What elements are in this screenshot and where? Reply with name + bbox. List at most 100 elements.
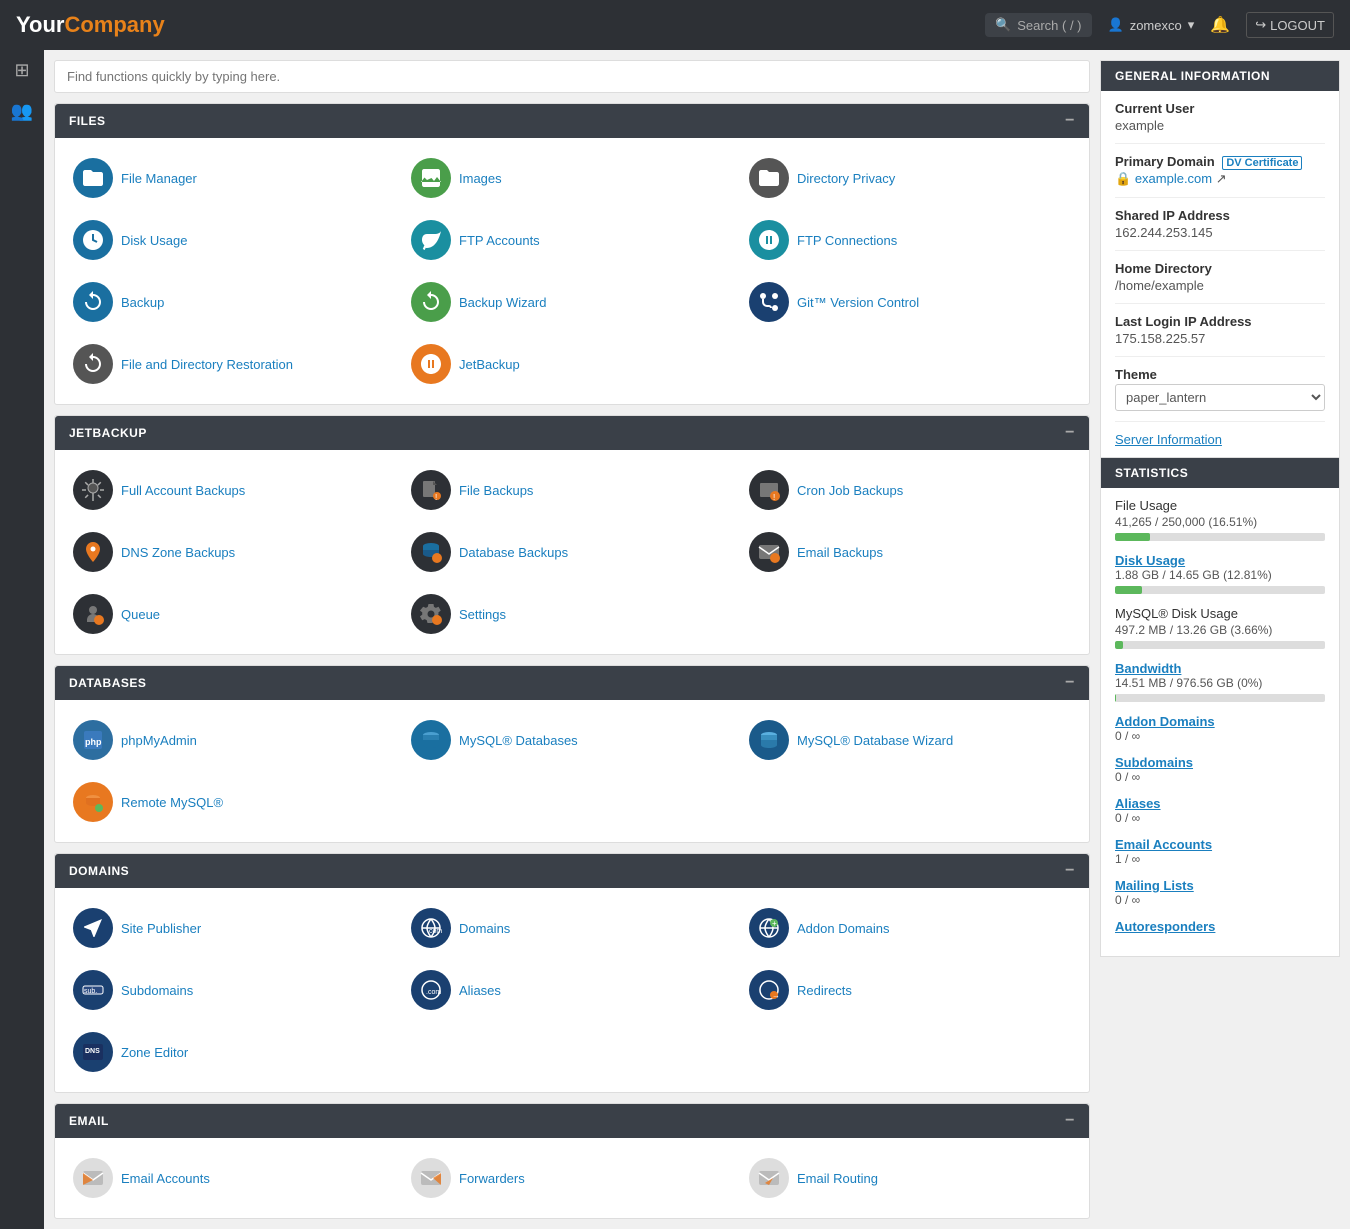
files-collapse-button[interactable]: − (1065, 112, 1075, 130)
phpmyadmin-item[interactable]: php phpMyAdmin (65, 714, 403, 766)
ftp-accounts-item[interactable]: FTP Accounts (403, 214, 741, 266)
email-grid: Email Accounts Forwarders (65, 1152, 1079, 1204)
files-section-body: File Manager Images Dire (55, 138, 1089, 404)
email-routing-item[interactable]: Email Routing (741, 1152, 1079, 1204)
email-collapse-button[interactable]: − (1065, 1112, 1075, 1130)
jetbackup-collapse-button[interactable]: − (1065, 424, 1075, 442)
home-dir-row: Home Directory /home/example (1115, 261, 1325, 304)
user-menu[interactable]: 👤 zomexco ▾ (1108, 17, 1195, 33)
file-manager-item[interactable]: File Manager (65, 152, 403, 204)
mysql-database-wizard-icon (749, 720, 789, 760)
autoresponders-link[interactable]: Autoresponders (1115, 919, 1215, 934)
cron-job-backups-item[interactable]: ! Cron Job Backups (741, 464, 1079, 516)
ftp-connections-item[interactable]: FTP Connections (741, 214, 1079, 266)
mysql-disk-stat: MySQL® Disk Usage 497.2 MB / 13.26 GB (3… (1115, 606, 1325, 649)
remote-mysql-item[interactable]: Remote MySQL® (65, 776, 403, 828)
mysql-databases-item[interactable]: MySQL® Databases (403, 714, 741, 766)
jetbackup-files-icon (411, 344, 451, 384)
backup-item[interactable]: Backup (65, 276, 403, 328)
addon-domains-stat: Addon Domains 0 / ∞ (1115, 714, 1325, 743)
file-directory-restoration-item[interactable]: File and Directory Restoration (65, 338, 403, 390)
directory-privacy-item[interactable]: Directory Privacy (741, 152, 1079, 204)
jetbackup-section: JETBACKUP − Full Account Backups (54, 415, 1090, 655)
full-account-backups-item[interactable]: Full Account Backups (65, 464, 403, 516)
user-icon: 👤 (1108, 17, 1124, 33)
redirects-item[interactable]: → Redirects (741, 964, 1079, 1016)
home-dir-label: Home Directory (1115, 261, 1325, 276)
sidebar-users-icon[interactable]: 👥 (11, 101, 33, 122)
quick-search-input[interactable] (54, 60, 1090, 93)
server-information-link[interactable]: Server Information (1115, 432, 1325, 447)
email-accounts-icon (73, 1158, 113, 1198)
databases-title: DATABASES (69, 676, 146, 690)
bandwidth-link[interactable]: Bandwidth (1115, 661, 1181, 676)
jetbackup-section-body: Full Account Backups ! File Backups ! (55, 450, 1089, 654)
mailing-lists-link[interactable]: Mailing Lists (1115, 878, 1194, 893)
search-box[interactable]: 🔍 Search ( / ) (985, 13, 1091, 37)
addon-domains-icon: + (749, 908, 789, 948)
git-icon (749, 282, 789, 322)
email-backups-item[interactable]: Email Backups (741, 526, 1079, 578)
disk-usage-link[interactable]: Disk Usage (1115, 553, 1185, 568)
zone-editor-label: Zone Editor (121, 1045, 188, 1060)
mailing-lists-stat: Mailing Lists 0 / ∞ (1115, 878, 1325, 907)
addon-domains-link[interactable]: Addon Domains (1115, 714, 1215, 729)
subdomains-icon: sub. (73, 970, 113, 1010)
site-publisher-item[interactable]: Site Publisher (65, 902, 403, 954)
dns-zone-backups-item[interactable]: DNS Zone Backups (65, 526, 403, 578)
images-item[interactable]: Images (403, 152, 741, 204)
domains-item[interactable]: .com Domains (403, 902, 741, 954)
theme-row: Theme paper_lantern (1115, 367, 1325, 422)
email-accounts-link[interactable]: Email Accounts (1115, 837, 1212, 852)
databases-section-body: php phpMyAdmin MySQL® Databases (55, 700, 1089, 842)
aliases-item[interactable]: .com Aliases (403, 964, 741, 1016)
domains-icon: .com (411, 908, 451, 948)
queue-item[interactable]: Queue (65, 588, 403, 640)
subdomains-link[interactable]: Subdomains (1115, 755, 1193, 770)
sidebar-grid-icon[interactable]: ⊞ (14, 60, 29, 81)
mysql-database-wizard-item[interactable]: MySQL® Database Wizard (741, 714, 1079, 766)
current-user-row: Current User example (1115, 101, 1325, 144)
forwarders-label: Forwarders (459, 1171, 525, 1186)
files-section: FILES − File Manager (54, 103, 1090, 405)
logout-button[interactable]: ↪ LOGOUT (1246, 12, 1334, 38)
jetbackup-settings-item[interactable]: Settings (403, 588, 741, 640)
addon-domains-value: 0 / ∞ (1115, 729, 1325, 743)
subdomains-label: Subdomains (121, 983, 193, 998)
mysql-disk-fill (1115, 641, 1123, 649)
mysql-database-wizard-label: MySQL® Database Wizard (797, 733, 953, 748)
aliases-link[interactable]: Aliases (1115, 796, 1161, 811)
backup-wizard-item[interactable]: Backup Wizard (403, 276, 741, 328)
last-login-value: 175.158.225.57 (1115, 331, 1325, 346)
email-accounts-item[interactable]: Email Accounts (65, 1152, 403, 1204)
database-backups-item[interactable]: Database Backups (403, 526, 741, 578)
databases-collapse-button[interactable]: − (1065, 674, 1075, 692)
file-usage-label: File Usage (1115, 498, 1325, 513)
git-version-control-item[interactable]: Git™ Version Control (741, 276, 1079, 328)
disk-usage-fill (1115, 586, 1142, 594)
remote-mysql-icon (73, 782, 113, 822)
file-directory-restoration-icon (73, 344, 113, 384)
mysql-databases-label: MySQL® Databases (459, 733, 578, 748)
domain-link[interactable]: example.com (1135, 171, 1212, 186)
notifications-bell[interactable]: 🔔 (1210, 15, 1230, 35)
primary-domain-label: Primary Domain DV Certificate (1115, 154, 1325, 169)
backup-wizard-label: Backup Wizard (459, 295, 546, 310)
database-backups-label: Database Backups (459, 545, 568, 560)
email-section-body: Email Accounts Forwarders (55, 1138, 1089, 1218)
jetbackup-settings-label: Settings (459, 607, 506, 622)
domains-collapse-button[interactable]: − (1065, 862, 1075, 880)
file-backups-item[interactable]: ! File Backups (403, 464, 741, 516)
general-info-header: GENERAL INFORMATION (1101, 61, 1339, 91)
dns-zone-backups-label: DNS Zone Backups (121, 545, 235, 560)
shared-ip-label: Shared IP Address (1115, 208, 1325, 223)
jetbackup-files-item[interactable]: JetBackup (403, 338, 741, 390)
zone-editor-item[interactable]: DNS Zone Editor (65, 1026, 403, 1078)
theme-select[interactable]: paper_lantern (1115, 384, 1325, 411)
disk-usage-item[interactable]: Disk Usage (65, 214, 403, 266)
forwarders-item[interactable]: Forwarders (403, 1152, 741, 1204)
subdomains-item[interactable]: sub. Subdomains (65, 964, 403, 1016)
addon-domains-item[interactable]: + Addon Domains (741, 902, 1079, 954)
right-panel: GENERAL INFORMATION Current User example… (1100, 60, 1340, 1219)
bandwidth-bar (1115, 694, 1325, 702)
